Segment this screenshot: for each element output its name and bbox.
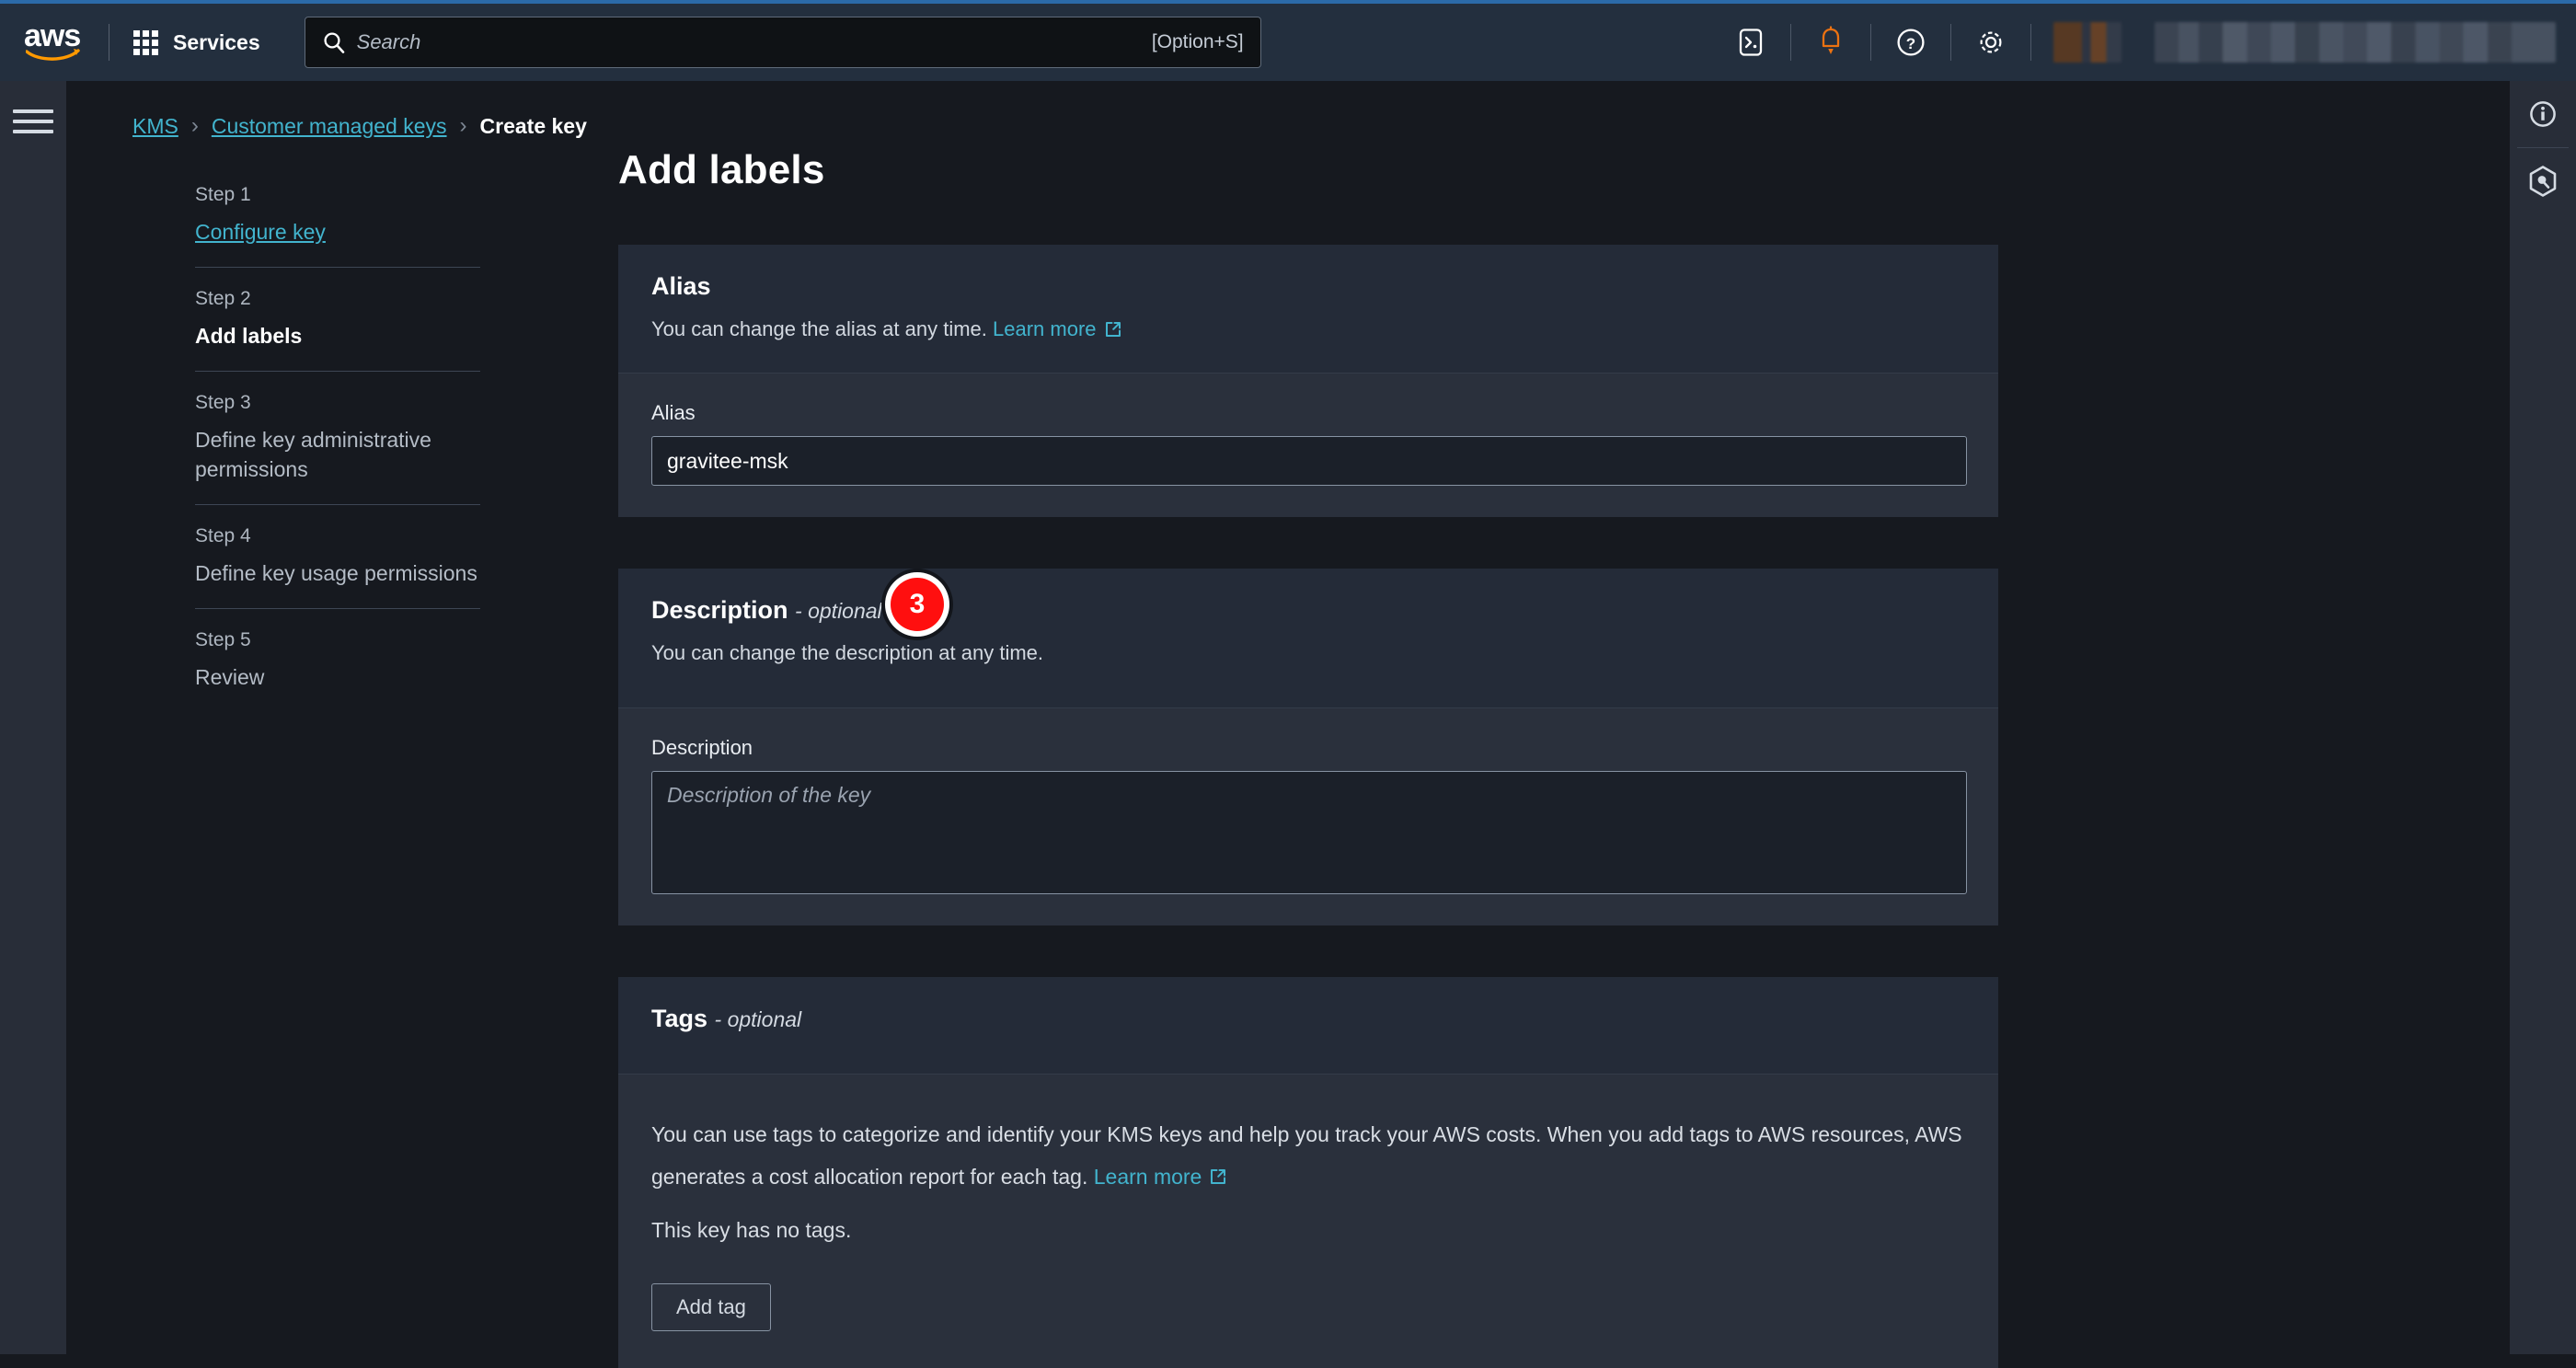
alias-card-header: Alias You can change the alias at any ti…	[618, 245, 1998, 373]
external-link-icon	[1105, 322, 1121, 337]
alias-card-title: Alias	[651, 272, 711, 300]
tags-description: You can use tags to categorize and ident…	[651, 1113, 1965, 1198]
description-card: Description - optional You can change th…	[618, 569, 1998, 925]
alias-card-body: Alias gravitee-msk	[618, 373, 1998, 517]
tags-learn-more-label: Learn more	[1093, 1165, 1202, 1189]
alias-input[interactable]: gravitee-msk	[651, 436, 1967, 486]
annotation-ring: 3	[885, 572, 949, 637]
description-textarea[interactable]: Description of the key	[651, 771, 1967, 894]
step-number: Step 5	[195, 629, 251, 650]
services-label: Services	[173, 29, 260, 54]
notifications-bell-icon	[1822, 26, 1840, 54]
tags-card-body: You can use tags to categorize and ident…	[618, 1074, 1998, 1368]
step-title: Define key usage permissions	[195, 561, 477, 585]
help-button[interactable]: ?	[1871, 2, 1950, 83]
hamburger-menu-icon[interactable]	[13, 101, 53, 142]
alias-field-label: Alias	[651, 401, 696, 424]
step-number: Step 2	[195, 288, 251, 309]
tags-card-title-text: Tags	[651, 1005, 708, 1032]
description-optional-label: - optional	[795, 599, 882, 623]
description-card-body: Description Description of the key	[618, 707, 1998, 925]
grid-menu-icon	[133, 29, 158, 55]
step-1-configure-key[interactable]: Step 1 Configure key	[132, 164, 512, 267]
help-question-icon: ?	[1897, 29, 1925, 56]
amazon-q-icon	[2529, 166, 2557, 197]
step-number: Step 4	[195, 525, 251, 546]
alias-card-description: You can change the alias at any time. Le…	[651, 316, 1965, 343]
description-field-label: Description	[651, 736, 753, 759]
search-icon	[324, 32, 344, 53]
add-tag-button[interactable]: Add tag	[651, 1283, 771, 1331]
notifications-button[interactable]	[1791, 2, 1870, 83]
annotation-step-badge: 3	[881, 569, 953, 640]
step-title[interactable]: Configure key	[195, 217, 512, 247]
tags-card-title: Tags - optional	[651, 1005, 1965, 1033]
tags-learn-more-link[interactable]: Learn more	[1094, 1155, 1228, 1198]
services-menu-button[interactable]: Services	[109, 4, 284, 81]
amazon-q-button[interactable]	[2510, 148, 2576, 214]
alias-description-text: You can change the alias at any time.	[651, 317, 987, 340]
aws-smile-icon	[26, 49, 80, 61]
page-content: KMS › Customer managed keys › Create key…	[66, 81, 2510, 1368]
alias-input-value: gravitee-msk	[667, 448, 788, 473]
region-selector[interactable]	[2053, 22, 2122, 63]
tags-empty-message: This key has no tags.	[651, 1218, 852, 1242]
wizard-steps-nav: Step 1 Configure key Step 2 Add labels S…	[132, 164, 512, 712]
step-number: Step 1	[195, 184, 251, 205]
cloudshell-button[interactable]	[1711, 2, 1790, 83]
step-number: Step 3	[195, 392, 251, 413]
breadcrumb: KMS › Customer managed keys › Create key	[132, 113, 587, 139]
description-card-title-text: Description	[651, 596, 788, 624]
breadcrumb-item-create-key: Create key	[479, 113, 587, 138]
step-5-review[interactable]: Step 5 Review	[132, 609, 512, 712]
step-3-define-key-administrative-permissions[interactable]: Step 3 Define key administrative permiss…	[132, 372, 512, 504]
left-rail	[0, 81, 66, 1354]
description-placeholder: Description of the key	[667, 783, 871, 807]
alias-card: Alias You can change the alias at any ti…	[618, 245, 1998, 517]
step-title: Review	[195, 665, 265, 689]
settings-gear-icon	[1980, 31, 2002, 53]
right-rail	[2510, 81, 2576, 1354]
step-title: Define key administrative permissions	[195, 428, 431, 481]
tags-optional-label: - optional	[714, 1007, 802, 1031]
alias-learn-more-label: Learn more	[993, 317, 1097, 340]
nav-separator	[2030, 24, 2031, 61]
step-title: Add labels	[195, 324, 303, 348]
external-link-icon	[1211, 1169, 1226, 1184]
step-4-define-key-usage-permissions[interactable]: Step 4 Define key usage permissions	[132, 505, 512, 608]
search-placeholder: Search	[356, 30, 421, 53]
settings-button[interactable]	[1951, 2, 2030, 83]
breadcrumb-item-kms[interactable]: KMS	[132, 114, 178, 139]
breadcrumb-separator: ›	[459, 113, 467, 138]
description-card-description: You can change the description at any ti…	[651, 641, 1044, 664]
info-panel-icon	[2530, 101, 2556, 127]
cloudshell-icon	[1739, 29, 1763, 56]
info-panel-button[interactable]	[2510, 81, 2576, 147]
search-input[interactable]: Search [Option+S]	[304, 17, 1261, 68]
tags-card: Tags - optional You can use tags to cate…	[618, 977, 1998, 1368]
aws-logo[interactable]: aws	[0, 4, 109, 81]
breadcrumb-item-customer-managed-keys[interactable]: Customer managed keys	[212, 114, 447, 139]
account-menu[interactable]	[2155, 22, 2556, 63]
svg-text:?: ?	[1906, 35, 1915, 52]
step-2-add-labels[interactable]: Step 2 Add labels	[132, 268, 512, 371]
tags-card-header: Tags - optional	[618, 977, 1998, 1074]
description-card-header: Description - optional You can change th…	[618, 569, 1998, 707]
annotation-number: 3	[891, 578, 944, 631]
page-title: Add labels	[618, 147, 825, 192]
breadcrumb-separator: ›	[190, 113, 199, 138]
search-shortcut-hint: [Option+S]	[1151, 31, 1244, 52]
description-card-title: Description - optional	[651, 596, 1965, 625]
main-content: Add labels Alias You can change the alia…	[618, 147, 2026, 1368]
alias-learn-more-link[interactable]: Learn more	[993, 316, 1122, 343]
top-navigation-bar: aws Services Search [Option+S] ?	[0, 0, 2576, 81]
tags-description-line1: You can use tags to categorize and ident…	[651, 1122, 1754, 1146]
